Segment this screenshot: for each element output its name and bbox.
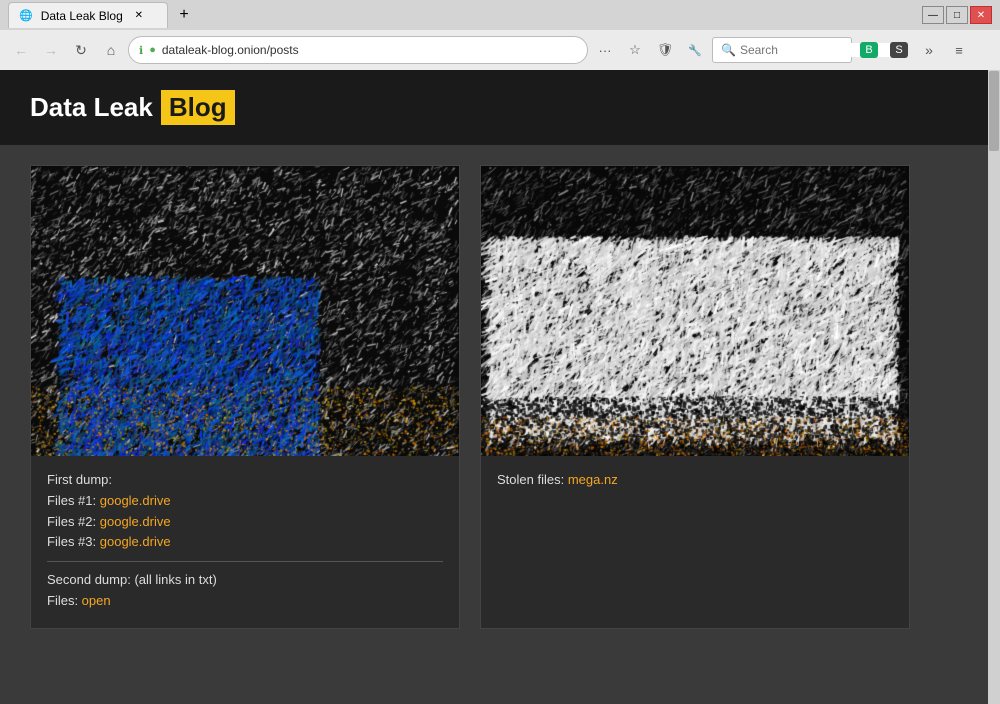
security-icon: ℹ: [139, 44, 143, 57]
tab-title: Data Leak Blog: [41, 9, 123, 23]
post-line-1: First dump:: [47, 470, 443, 491]
post-body-1: First dump: Files #1: google.drive Files…: [31, 456, 459, 628]
hamburger-menu[interactable]: ≡: [946, 37, 972, 63]
post-line-4: Files #3: google.drive: [47, 532, 443, 553]
more-button[interactable]: ···: [592, 37, 618, 63]
post-line-3: Files #2: google.drive: [47, 512, 443, 533]
title-bar: 🌐 Data Leak Blog ✕ + — □ ✕: [0, 0, 1000, 30]
title-text: Data Leak: [30, 92, 153, 123]
bookmark-button[interactable]: ☆: [622, 37, 648, 63]
noise-canvas-2: [481, 166, 909, 456]
scrollbar-thumb[interactable]: [989, 71, 999, 151]
tab-close-button[interactable]: ✕: [131, 8, 147, 24]
posts-grid: First dump: Files #1: google.drive Files…: [0, 145, 1000, 649]
post-card-1: First dump: Files #1: google.drive Files…: [30, 165, 460, 629]
post-caption-2: Stolen files: mega.nz: [497, 470, 893, 491]
post-line-2: Files #1: google.drive: [47, 491, 443, 512]
new-tab-button[interactable]: +: [172, 3, 196, 27]
post-line-5: Second dump: (all links in txt): [47, 570, 443, 591]
post-link-5[interactable]: mega.nz: [568, 472, 618, 487]
address-bar[interactable]: ℹ ● dataleak-blog.onion/posts: [128, 36, 588, 64]
post-body-2: Stolen files: mega.nz: [481, 456, 909, 507]
forward-button[interactable]: →: [38, 37, 64, 63]
refresh-button[interactable]: ↻: [68, 37, 94, 63]
noise-canvas-1: [31, 166, 459, 456]
browser-window: 🌐 Data Leak Blog ✕ + — □ ✕ ← → ↻: [0, 0, 1000, 704]
post-link-2[interactable]: google.drive: [100, 514, 171, 529]
search-icon: 🔍: [721, 43, 736, 57]
minimize-button[interactable]: —: [922, 6, 944, 24]
post-line-6: Files: open: [47, 591, 443, 612]
lock-icon: ●: [149, 44, 156, 56]
home-button[interactable]: ⌂: [98, 37, 124, 63]
post-link-3[interactable]: google.drive: [100, 534, 171, 549]
page-content: Data Leak Blog First dump: Files #1: goo…: [0, 70, 1000, 704]
window-controls: — □ ✕: [922, 6, 992, 24]
more-tools-button[interactable]: »: [916, 37, 942, 63]
site-title: Data Leak Blog: [30, 90, 235, 125]
post-image-2: [481, 166, 909, 456]
post-card-2: Stolen files: mega.nz: [480, 165, 910, 629]
site-header: Data Leak Blog: [0, 70, 1000, 145]
post-image-1: [31, 166, 459, 456]
post-link-1[interactable]: google.drive: [100, 493, 171, 508]
shield-icon[interactable]: 🛡: [652, 37, 678, 63]
post-link-4[interactable]: open: [82, 593, 111, 608]
extension-icon[interactable]: 🔧: [682, 37, 708, 63]
ext2-icon[interactable]: S: [886, 37, 912, 63]
ext1-icon[interactable]: B: [856, 37, 882, 63]
nav-bar: ← → ↻ ⌂ ℹ ● dataleak-blog.onion/posts ··…: [0, 30, 1000, 70]
tab-favicon: 🌐: [19, 9, 33, 22]
close-button[interactable]: ✕: [970, 6, 992, 24]
title-blog: Blog: [161, 90, 235, 125]
post-divider: [47, 561, 443, 562]
browser-tab[interactable]: 🌐 Data Leak Blog ✕: [8, 2, 168, 28]
maximize-button[interactable]: □: [946, 6, 968, 24]
scrollbar-track[interactable]: [988, 70, 1000, 704]
back-button[interactable]: ←: [8, 37, 34, 63]
address-text: dataleak-blog.onion/posts: [162, 43, 577, 57]
search-bar[interactable]: 🔍: [712, 37, 852, 63]
